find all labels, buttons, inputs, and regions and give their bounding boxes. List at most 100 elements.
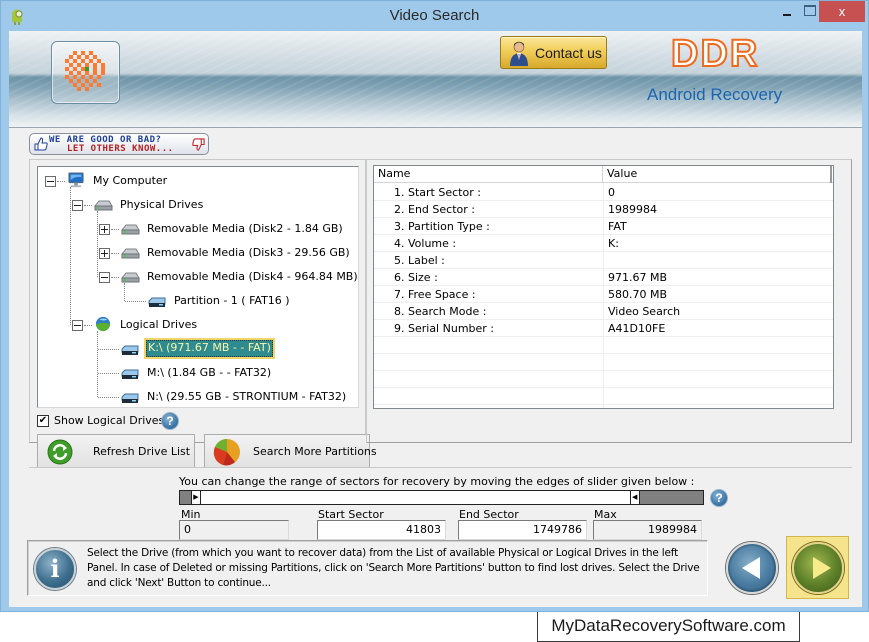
logical-drives-globe-icon: [95, 316, 111, 332]
drive-tree[interactable]: My Computer Physical Drives Removable Me…: [37, 166, 359, 408]
property-name: 3. Partition Type :: [394, 220, 490, 233]
show-logical-drives-label: Show Logical Drives: [54, 414, 165, 427]
removable-drive-icon: [120, 248, 140, 259]
property-value: 580.70 MB: [608, 288, 668, 301]
drive-details-list[interactable]: Name Value 1. Start Sector : 0 2. End Sect…: [373, 165, 834, 409]
tree-node-drive-k[interactable]: K:\ (971.67 MB - - FAT): [38, 338, 358, 359]
drive-icon: [121, 369, 139, 379]
removable-drive-icon: [120, 272, 140, 283]
tree-node-drive-m[interactable]: M:\ (1.84 GB - - FAT32): [38, 364, 358, 382]
end-sector-input[interactable]: 1749786: [458, 520, 587, 540]
slider-end-handle[interactable]: ◀: [629, 491, 640, 504]
contact-us-button[interactable]: Contact us: [500, 36, 607, 69]
property-name: 2. End Sector :: [394, 203, 475, 216]
start-sector-input[interactable]: 41803: [317, 520, 446, 540]
back-button[interactable]: [726, 542, 778, 594]
expand-toggle[interactable]: [99, 248, 110, 259]
tree-node-disk2[interactable]: Removable Media (Disk2 - 1.84 GB): [38, 220, 358, 238]
info-icon: i: [34, 548, 76, 590]
thumbs-down-icon: [192, 138, 205, 151]
empty-list-row: [374, 337, 833, 354]
feedback-button[interactable]: WE ARE GOOD OR BAD? LET OTHERS KNOW...: [29, 133, 209, 155]
list-row[interactable]: 5. Label :: [374, 252, 833, 269]
sector-range-slider[interactable]: ▶ ◀: [179, 490, 704, 505]
property-value: 971.67 MB: [608, 271, 668, 284]
drive-details-group: Name Value 1. Start Sector : 0 2. End Sect…: [366, 159, 852, 443]
tree-node-partition[interactable]: Partition - 1 ( FAT16 ): [38, 292, 358, 310]
column-header-name[interactable]: Name: [374, 166, 603, 183]
partition-icon: [148, 297, 166, 307]
list-row[interactable]: 9. Serial Number : A41D10FE: [374, 320, 833, 337]
tree-label: Removable Media (Disk4 - 964.84 MB): [147, 270, 358, 283]
collapse-toggle[interactable]: [45, 176, 56, 187]
search-more-partitions-label: Search More Partitions: [253, 445, 377, 458]
slider-help-icon[interactable]: ?: [710, 489, 728, 507]
tree-node-disk4[interactable]: Removable Media (Disk4 - 964.84 MB): [38, 268, 358, 286]
empty-list-row: [374, 371, 833, 388]
list-row[interactable]: 8. Search Mode : Video Search: [374, 303, 833, 320]
collapse-toggle[interactable]: [72, 320, 83, 331]
expand-toggle[interactable]: [99, 224, 110, 235]
drive-selection-group: My Computer Physical Drives Removable Me…: [29, 159, 377, 468]
support-person-icon: [510, 41, 528, 66]
logo-pattern-icon: [65, 51, 107, 93]
min-field: 0: [179, 520, 289, 540]
list-row[interactable]: 3. Partition Type : FAT: [374, 218, 833, 235]
window-title: Video Search: [389, 7, 480, 24]
refresh-drive-list-label: Refresh Drive List: [93, 445, 191, 458]
next-arrow-icon: [813, 557, 831, 579]
tree-label-selected: K:\ (971.67 MB - - FAT): [144, 338, 275, 359]
removable-drive-icon: [120, 224, 140, 235]
property-value: FAT: [608, 220, 627, 233]
tree-node-my-computer[interactable]: My Computer: [38, 172, 358, 190]
pie-chart-icon: [213, 439, 240, 466]
sector-range-hint: You can change the range of sectors for …: [179, 475, 695, 488]
column-header-value[interactable]: Value: [603, 166, 832, 183]
list-row[interactable]: 1. Start Sector : 0: [374, 184, 833, 201]
brand-logo: DDR: [670, 32, 760, 76]
property-name: 6. Size :: [394, 271, 438, 284]
show-logical-drives-checkbox[interactable]: ✔: [37, 415, 49, 427]
tree-node-physical-drives[interactable]: Physical Drives: [38, 196, 358, 214]
next-button[interactable]: [792, 542, 844, 594]
refresh-drive-list-button[interactable]: Refresh Drive List: [37, 434, 195, 468]
collapse-toggle[interactable]: [99, 272, 110, 283]
drive-icon: [121, 393, 139, 403]
property-value: 0: [608, 186, 615, 199]
tree-label: Partition - 1 ( FAT16 ): [174, 294, 290, 307]
tree-connector: [98, 349, 119, 350]
tree-connector: [84, 325, 92, 326]
thumbs-up-icon: [34, 137, 48, 151]
maximize-button[interactable]: [800, 1, 820, 22]
empty-list-row: [374, 388, 833, 405]
empty-list-row: [374, 354, 833, 371]
tree-node-logical-drives[interactable]: Logical Drives: [38, 316, 358, 334]
property-value: K:: [608, 237, 619, 250]
header-banner: Contact us DDR Android Recovery: [9, 31, 862, 128]
title-bar: Video Search x: [1, 1, 868, 31]
list-row[interactable]: 2. End Sector : 1989984: [374, 201, 833, 218]
tree-label: N:\ (29.55 GB - STRONTIUM - FAT32): [147, 390, 347, 403]
list-row[interactable]: 4. Volume : K:: [374, 235, 833, 252]
slider-start-handle[interactable]: ▶: [190, 491, 201, 504]
instructions-text: Select the Drive (from which you want to…: [87, 547, 700, 589]
drive-icon: [121, 345, 139, 355]
logo-pixel: [101, 87, 105, 91]
list-row[interactable]: 7. Free Space : 580.70 MB: [374, 286, 833, 303]
search-more-partitions-button[interactable]: Search More Partitions: [204, 434, 377, 468]
tree-connector: [125, 301, 146, 302]
collapse-toggle[interactable]: [72, 200, 83, 211]
help-icon[interactable]: ?: [161, 412, 179, 430]
list-header: Name Value: [374, 166, 833, 183]
feedback-line2: LET OTHERS KNOW...: [67, 144, 174, 154]
property-value: Video Search: [608, 305, 681, 318]
tree-node-disk3[interactable]: Removable Media (Disk3 - 29.56 GB): [38, 244, 358, 262]
list-row[interactable]: 6. Size : 971.67 MB: [374, 269, 833, 286]
close-button[interactable]: x: [819, 1, 865, 22]
tree-label: M:\ (1.84 GB - - FAT32): [147, 366, 272, 379]
next-button-highlight[interactable]: [786, 536, 849, 599]
tree-node-drive-n[interactable]: N:\ (29.55 GB - STRONTIUM - FAT32): [38, 388, 358, 406]
minimize-button[interactable]: [774, 1, 800, 22]
tree-connector: [111, 253, 119, 254]
property-value: A41D10FE: [608, 322, 666, 335]
